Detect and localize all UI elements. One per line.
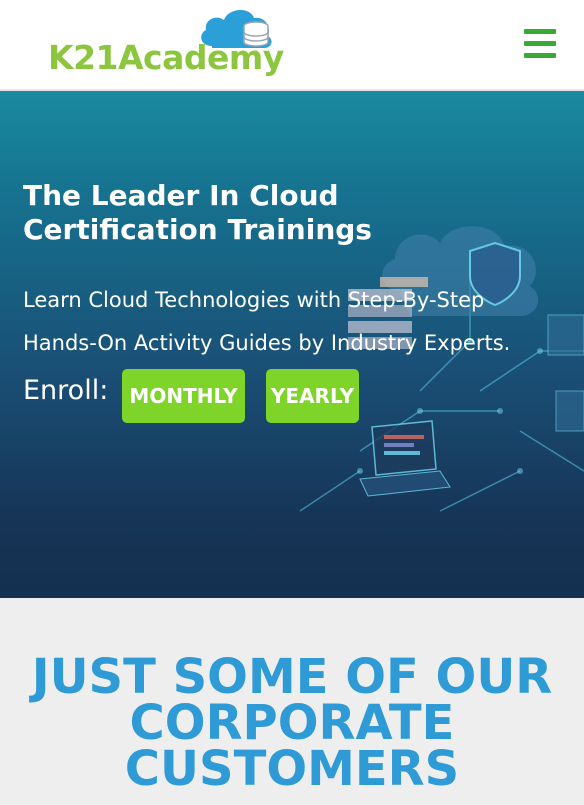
hero-banner: The Leader In Cloud Certification Traini… bbox=[0, 91, 584, 598]
corporate-customers-section: JUST SOME OF OUR CORPORATE CUSTOMERS bbox=[0, 598, 584, 805]
logo-text: K21Academy bbox=[48, 38, 284, 77]
k21academy-logo[interactable]: K21Academy bbox=[48, 6, 284, 82]
site-header: K21Academy bbox=[0, 0, 584, 91]
enroll-label: Enroll: bbox=[23, 375, 109, 406]
monthly-button[interactable]: MONTHLY bbox=[122, 369, 245, 423]
hero-title: The Leader In Cloud Certification Traini… bbox=[23, 179, 372, 246]
customers-heading: JUST SOME OF OUR CORPORATE CUSTOMERS bbox=[31, 649, 553, 797]
yearly-button[interactable]: YEARLY bbox=[266, 369, 359, 423]
hero-subtitle: Learn Cloud Technologies with Step-By-St… bbox=[23, 288, 511, 355]
hamburger-menu-icon[interactable] bbox=[524, 29, 556, 59]
